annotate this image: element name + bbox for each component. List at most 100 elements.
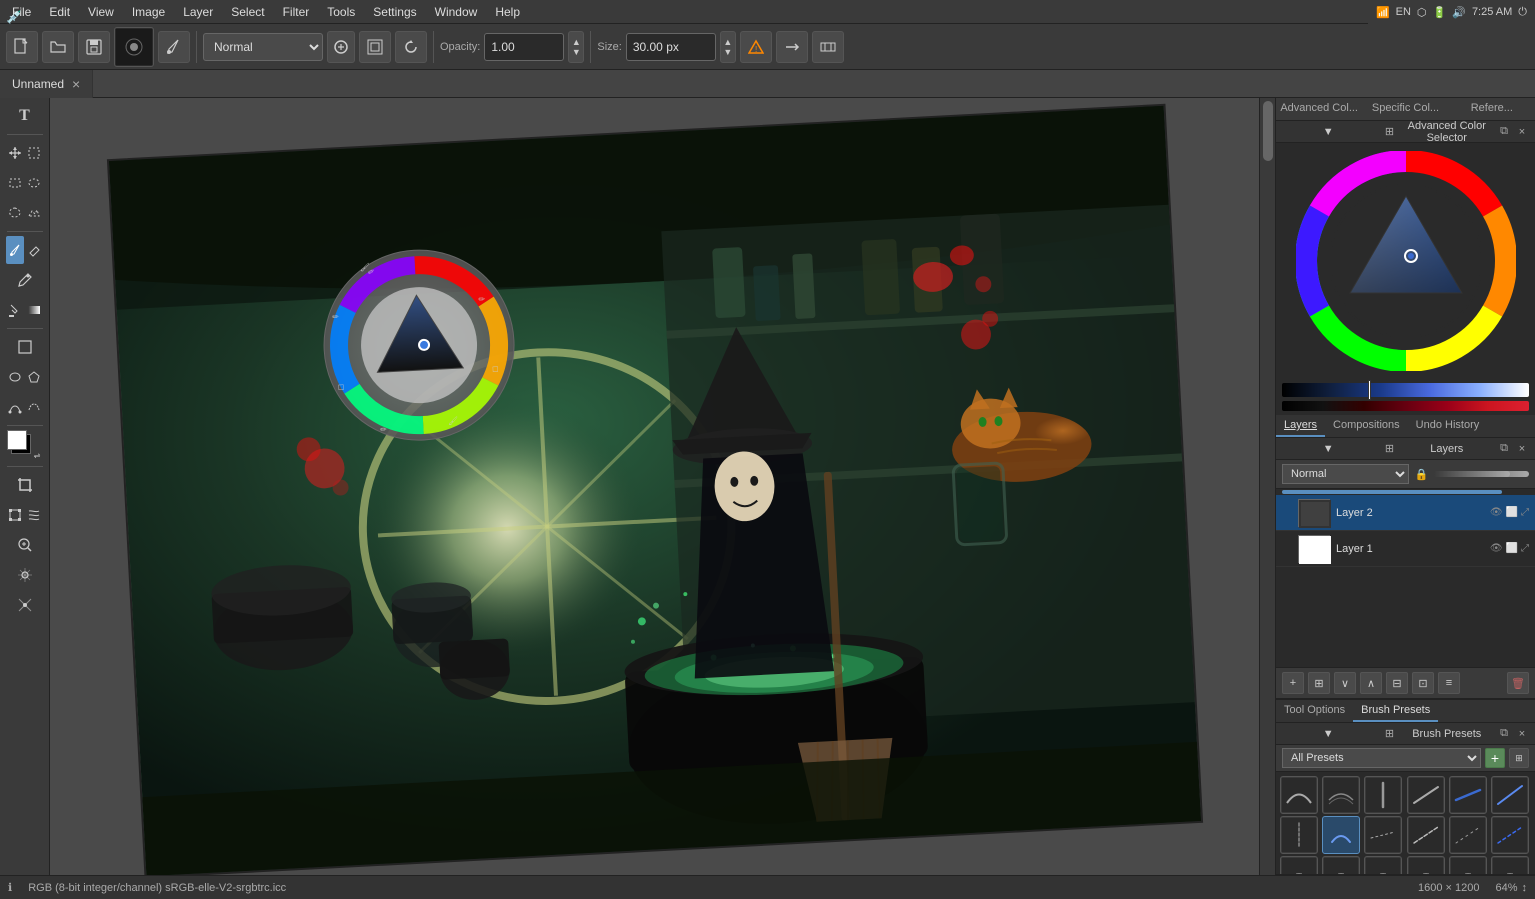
brush-preset-14[interactable]: T	[1322, 856, 1360, 874]
color-lock-icon[interactable]: ⊞	[1381, 123, 1399, 141]
pan-tool-button[interactable]	[7, 561, 43, 589]
layers-lock-icon[interactable]: ⊞	[1381, 440, 1399, 458]
brush-preset-15[interactable]: T	[1364, 856, 1402, 874]
ellipse-tool-button[interactable]	[6, 363, 24, 391]
add-brush-button[interactable]: +	[1485, 748, 1505, 768]
brush-preset-5[interactable]	[1449, 776, 1487, 814]
vertical-scrollbar[interactable]	[1259, 98, 1275, 883]
layers-expand[interactable]: ▼	[1280, 443, 1377, 455]
brush-warning-button[interactable]: !	[740, 31, 772, 63]
save-file-button[interactable]	[78, 31, 110, 63]
color-gradient-bar[interactable]	[1282, 383, 1529, 397]
menu-window[interactable]: Window	[427, 3, 486, 21]
tool-options-tab[interactable]: Tool Options	[1276, 700, 1353, 722]
fill-tool-button[interactable]	[6, 296, 24, 324]
layer-alpha-lock[interactable]: 🔒	[1413, 465, 1431, 483]
brush-preset-11[interactable]	[1449, 816, 1487, 854]
brush-presets-tab[interactable]: Brush Presets	[1353, 700, 1438, 722]
new-file-button[interactable]	[6, 31, 38, 63]
group-layer-button[interactable]: ⊞	[1308, 672, 1330, 694]
brush-preset-9[interactable]	[1364, 816, 1402, 854]
brush-preset-18[interactable]: T	[1491, 856, 1529, 874]
menu-layer[interactable]: Layer	[175, 3, 221, 21]
eraser-tool-button[interactable]	[25, 236, 43, 264]
layer-blend-mode-select[interactable]: NormalMultiplyScreenOverlayDarkenLighten	[1282, 464, 1409, 484]
bezier-tool-button[interactable]	[25, 393, 43, 421]
path-tool-button[interactable]	[6, 393, 24, 421]
brush-preset-12[interactable]	[1491, 816, 1529, 854]
compositions-tab[interactable]: Compositions	[1325, 415, 1408, 437]
contiguous-freehand-button[interactable]	[25, 199, 43, 227]
brush-preset-2[interactable]	[1322, 776, 1360, 814]
size-stepper[interactable]: ▲ ▼	[720, 31, 736, 63]
add-layer-button[interactable]: +	[1282, 672, 1304, 694]
freehand-select-button[interactable]	[6, 199, 24, 227]
move-tool-button[interactable]	[6, 139, 24, 167]
opacity-input[interactable]	[484, 33, 564, 61]
rect-select-button[interactable]	[6, 169, 24, 197]
layer-item-2[interactable]: Layer 2 👁 ⬜ ⤢	[1276, 495, 1535, 531]
stroke-direction-button[interactable]	[776, 31, 808, 63]
ellipse-select-button[interactable]	[25, 169, 43, 197]
opacity-stepper[interactable]: ▲ ▼	[568, 31, 584, 63]
brush-preset-13[interactable]: T	[1280, 856, 1318, 874]
brush-panel-expand[interactable]: ▼	[1280, 728, 1377, 740]
layer-1-alpha-icon[interactable]: ⬜	[1506, 543, 1518, 554]
layer-up-button[interactable]: ∧	[1360, 672, 1382, 694]
layer-2-alpha-icon[interactable]: ⬜	[1506, 507, 1518, 518]
color-swatches[interactable]: ⇌	[7, 430, 43, 462]
brush-filter-select[interactable]: All PresetsFavoritesRecent	[1282, 748, 1481, 768]
zoom-scroll-icon[interactable]: ↕	[1522, 882, 1528, 894]
color-wheel-popup[interactable]: ✏ ✏ ◻ 🖌 ✏ ◻ ✏ 🖌	[313, 240, 523, 450]
tab-close-button[interactable]: ×	[72, 76, 80, 92]
duplicate-layer-button[interactable]: ⊟	[1386, 672, 1408, 694]
undo-history-tab[interactable]: Undo History	[1408, 415, 1488, 437]
menu-edit[interactable]: Edit	[41, 3, 78, 21]
vertical-scroll-thumb[interactable]	[1263, 101, 1273, 161]
spectrum-bar[interactable]	[1282, 401, 1529, 411]
main-color-wheel-svg[interactable]	[1296, 151, 1516, 371]
brush-preset-4[interactable]	[1407, 776, 1445, 814]
warp-tool-button[interactable]	[25, 501, 43, 529]
brush-tool-active[interactable]	[158, 31, 190, 63]
canvas-area[interactable]: ✏ ✏ ◻ 🖌 ✏ ◻ ✏ 🖌	[50, 98, 1275, 899]
replace-mode-button[interactable]	[327, 31, 355, 63]
layer-menu-button[interactable]: ≡	[1438, 672, 1460, 694]
menu-filter[interactable]: Filter	[275, 3, 318, 21]
layers-float-button[interactable]: ⧉	[1495, 440, 1513, 458]
open-file-button[interactable]	[42, 31, 74, 63]
color-panel-close-button[interactable]: ×	[1513, 123, 1531, 141]
layer-opacity-slider[interactable]	[1434, 471, 1530, 477]
canvas-size-button[interactable]	[359, 31, 391, 63]
specific-color-tab[interactable]: Specific Col...	[1362, 98, 1448, 120]
blend-mode-select[interactable]: NormalMultiplyScreenOverlayDarkenLighten	[203, 33, 323, 61]
wrap-mode-button[interactable]	[812, 31, 844, 63]
menu-settings[interactable]: Settings	[365, 3, 424, 21]
polygon-tool-button[interactable]	[25, 363, 43, 391]
power-icon[interactable]: ⏻	[1518, 6, 1527, 19]
brush-preset-16[interactable]: T	[1407, 856, 1445, 874]
brush-tool-button[interactable]	[6, 236, 24, 264]
foreground-color[interactable]	[7, 430, 27, 450]
menu-select[interactable]: Select	[223, 3, 272, 21]
layer-1-eye-icon[interactable]: 👁	[1490, 543, 1503, 554]
text-tool-button[interactable]: T	[7, 102, 43, 130]
copy-layer-button[interactable]: ⊡	[1412, 672, 1434, 694]
layer-down-button[interactable]: ∨	[1334, 672, 1356, 694]
brush-panel-float-button[interactable]: ⧉	[1495, 725, 1513, 743]
brush-preset-10[interactable]	[1407, 816, 1445, 854]
swap-colors-icon[interactable]: ⇌	[34, 451, 41, 460]
menu-help[interactable]: Help	[487, 3, 528, 21]
layers-tab[interactable]: Layers	[1276, 415, 1325, 437]
brush-grid-view-button[interactable]: ⊞	[1509, 748, 1529, 768]
contiguous-select-button[interactable]	[25, 139, 43, 167]
transform-tool-button[interactable]	[6, 501, 24, 529]
color-panel-expand[interactable]: ▼	[1280, 126, 1377, 138]
brush-preset-8[interactable]	[1322, 816, 1360, 854]
layer-2-eye-icon[interactable]: 👁	[1490, 507, 1503, 518]
menu-tools[interactable]: Tools	[319, 3, 363, 21]
menu-image[interactable]: Image	[124, 3, 173, 21]
layers-close-button[interactable]: ×	[1513, 440, 1531, 458]
brush-preset-6[interactable]	[1491, 776, 1529, 814]
advanced-color-tab[interactable]: Advanced Col...	[1276, 98, 1362, 120]
